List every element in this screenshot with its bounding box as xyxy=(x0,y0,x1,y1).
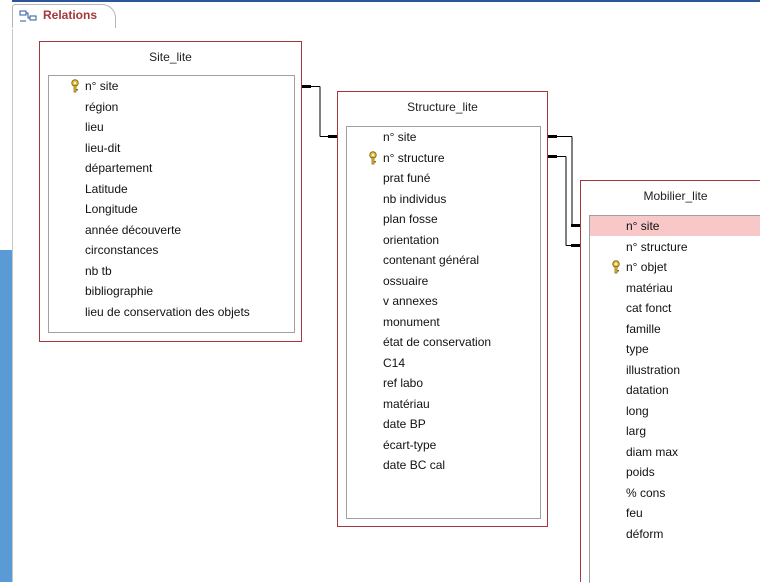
field-row[interactable]: long xyxy=(590,401,760,421)
field-row[interactable]: n° site xyxy=(347,127,540,147)
field-row[interactable]: Latitude xyxy=(49,179,294,199)
tab-relations[interactable]: Relations xyxy=(12,4,116,28)
field-row[interactable]: % cons xyxy=(590,483,760,503)
field-row[interactable]: département xyxy=(49,158,294,178)
table-title: Site_lite xyxy=(149,50,192,64)
field-row[interactable]: v annexes xyxy=(347,291,540,311)
table-title: Structure_lite xyxy=(407,100,478,114)
field-row[interactable]: datation xyxy=(590,380,760,400)
field-row[interactable]: nb tb xyxy=(49,261,294,281)
field-row[interactable]: ref labo xyxy=(347,373,540,393)
field-row[interactable]: n° structure xyxy=(590,237,760,257)
field-row[interactable]: nb individus xyxy=(347,189,540,209)
field-row[interactable]: prat funé xyxy=(347,168,540,188)
field-row[interactable]: cat fonct xyxy=(590,298,760,318)
field-row[interactable]: feu xyxy=(590,503,760,523)
field-row[interactable]: lieu-dit xyxy=(49,138,294,158)
field-row[interactable]: n° site xyxy=(590,216,760,236)
field-row[interactable]: monument xyxy=(347,312,540,332)
field-row[interactable]: contenant général xyxy=(347,250,540,270)
field-row[interactable]: date BC cal xyxy=(347,455,540,475)
field-row[interactable]: n° structure xyxy=(347,148,540,168)
field-row[interactable]: Longitude xyxy=(49,199,294,219)
primary-key-icon xyxy=(70,79,80,93)
field-row[interactable]: matériau xyxy=(347,394,540,414)
document-tab-bar xyxy=(12,2,760,30)
field-row[interactable]: lieu xyxy=(49,117,294,137)
field-row[interactable]: orientation xyxy=(347,230,540,250)
field-list[interactable]: n° site n° structure n° objet matériau c… xyxy=(589,215,760,583)
navigation-pane-edge xyxy=(0,0,12,582)
field-row[interactable]: bibliographie xyxy=(49,281,294,301)
field-row[interactable]: matériau xyxy=(590,278,760,298)
field-list[interactable]: n° site région lieu lieu-dit département… xyxy=(48,75,295,333)
field-row[interactable]: larg xyxy=(590,421,760,441)
table-structure-lite[interactable]: Structure_lite n° site n° structure prat… xyxy=(337,91,548,527)
field-row[interactable]: état de conservation xyxy=(347,332,540,352)
field-row[interactable]: illustration xyxy=(590,360,760,380)
field-list[interactable]: n° site n° structure prat funé nb indivi… xyxy=(346,126,541,519)
field-row[interactable]: famille xyxy=(590,319,760,339)
field-row[interactable]: diam max xyxy=(590,442,760,462)
field-row[interactable]: date BP xyxy=(347,414,540,434)
field-row[interactable]: lieu de conservation des objets xyxy=(49,302,294,322)
field-row[interactable]: année découverte xyxy=(49,220,294,240)
field-row[interactable]: poids xyxy=(590,462,760,482)
field-row[interactable]: ossuaire xyxy=(347,271,540,291)
relationships-icon xyxy=(19,10,37,22)
field-row[interactable]: plan fosse xyxy=(347,209,540,229)
table-site-lite[interactable]: Site_lite n° site région lieu lieu-dit d… xyxy=(39,41,302,342)
field-row[interactable]: écart-type xyxy=(347,435,540,455)
table-title: Mobilier_lite xyxy=(643,189,708,203)
primary-key-icon xyxy=(611,260,621,274)
field-row[interactable]: région xyxy=(49,97,294,117)
field-row[interactable]: C14 xyxy=(347,353,540,373)
tab-label: Relations xyxy=(43,8,98,22)
primary-key-icon xyxy=(368,151,378,165)
field-row[interactable]: type xyxy=(590,339,760,359)
field-row[interactable]: n° objet xyxy=(590,257,760,277)
field-row[interactable]: n° site xyxy=(49,76,294,96)
field-row[interactable]: circonstances xyxy=(49,240,294,260)
field-row[interactable]: déform xyxy=(590,524,760,544)
table-mobilier-lite[interactable]: Mobilier_lite n° site n° structure n° ob… xyxy=(580,180,760,583)
